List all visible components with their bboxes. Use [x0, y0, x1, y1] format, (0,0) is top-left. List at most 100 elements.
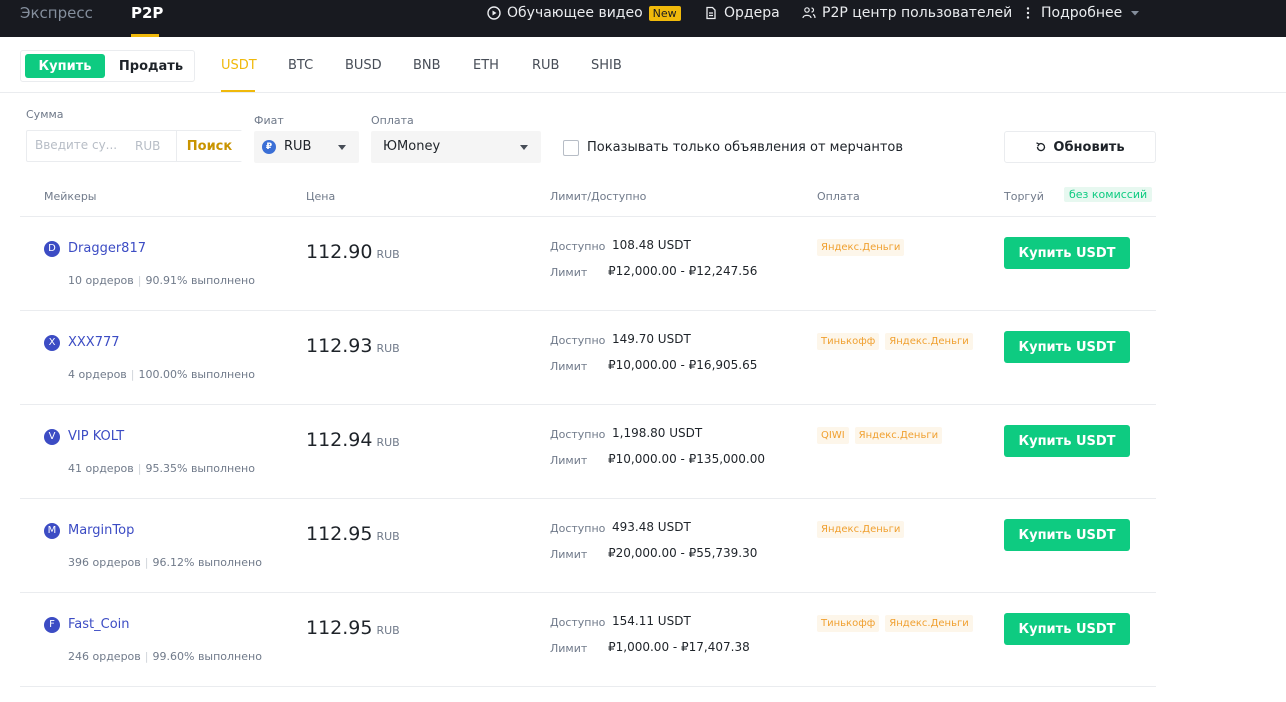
top-navigation-bar: Экспресс P2P Обучающее видео New Ордера … [0, 0, 1286, 37]
limit-label: Лимит [550, 642, 588, 655]
table-row: V VIP KOLT 41 ордеров | 95.35% выполнено 1… [20, 405, 1156, 499]
offer-price-unit: RUB [376, 436, 400, 449]
limit-label: Лимит [550, 266, 588, 279]
buy-toggle-button[interactable]: Купить [25, 54, 105, 78]
maker-avatar: V [44, 429, 60, 445]
search-button[interactable]: Поиск [176, 131, 242, 161]
table-row: F Fast_Coin 246 ордеров | 99.60% выполнено… [20, 593, 1156, 687]
maker-stats: 396 ордеров | 96.12% выполнено [68, 556, 262, 569]
more-label: Подробнее [1041, 5, 1123, 21]
document-icon [706, 6, 716, 20]
asset-tab-bnb[interactable]: BNB [413, 58, 441, 73]
asset-tab-eth[interactable]: ETH [473, 58, 499, 73]
maker-completion-rate: 96.12% выполнено [152, 556, 262, 569]
column-payment: Оплата [817, 190, 860, 203]
amount-unit: RUB [135, 139, 161, 153]
play-circle-icon [487, 6, 501, 20]
payment-method-tag: Яндекс.Деньги [854, 427, 943, 444]
amount-label: Сумма [26, 108, 64, 121]
maker-name-link[interactable]: MarginTop [68, 523, 134, 538]
tutorial-video-label: Обучающее видео [507, 5, 643, 21]
maker-avatar: X [44, 335, 60, 351]
limit-value: ₽12,000.00 - ₽12,247.56 [608, 264, 758, 278]
payment-select-value: ЮMoney [383, 139, 441, 154]
offer-price-value: 112.94 [306, 429, 373, 451]
rub-currency-icon: ₽ [262, 140, 276, 154]
offer-price: 112.95 RUB [306, 617, 400, 639]
new-badge: New [648, 5, 681, 21]
merchant-only-checkbox[interactable] [563, 140, 579, 156]
maker-stats: 41 ордеров | 95.35% выполнено [68, 462, 255, 475]
asset-tab-rub[interactable]: RUB [532, 58, 559, 73]
limit-label: Лимит [550, 360, 588, 373]
column-limit: Лимит/Доступно [550, 190, 647, 203]
buy-usdt-button[interactable]: Купить USDT [1004, 331, 1130, 363]
maker-name-link[interactable]: VIP KOLT [68, 429, 124, 444]
maker-name-link[interactable]: Fast_Coin [68, 617, 130, 632]
tab-express[interactable]: Экспресс [20, 4, 93, 22]
payment-method-tag: QIWI [817, 427, 849, 444]
tutorial-video-link[interactable]: Обучающее видео New [487, 5, 681, 21]
payment-method-tag: Яндекс.Деньги [817, 239, 905, 256]
maker-avatar: D [44, 241, 60, 257]
buy-usdt-button[interactable]: Купить USDT [1004, 237, 1130, 269]
payment-methods: QIWI Яндекс.Деньги [817, 427, 943, 444]
column-makers: Мейкеры [44, 190, 97, 203]
orders-label: Ордера [724, 5, 780, 21]
refresh-button[interactable]: Обновить [1004, 131, 1156, 163]
maker-name-link[interactable]: Dragger817 [68, 241, 146, 256]
available-label: Доступно [550, 334, 606, 347]
stats-separator: | [144, 650, 149, 663]
maker-name-link[interactable]: XXX777 [68, 335, 120, 350]
fiat-select-value: RUB [284, 139, 312, 154]
payment-method-tag: Тинькофф [817, 333, 880, 350]
payment-method-tag: Яндекс.Деньги [885, 333, 973, 350]
tab-p2p[interactable]: P2P [131, 4, 163, 22]
buy-usdt-button[interactable]: Купить USDT [1004, 519, 1130, 551]
offer-price-value: 112.93 [306, 335, 373, 357]
p2p-user-center-link[interactable]: P2P центр пользователей [802, 5, 1012, 21]
maker-stats: 4 ордеров | 100.00% выполнено [68, 368, 255, 381]
maker-avatar: M [44, 523, 60, 539]
amount-input[interactable] [35, 138, 125, 152]
merchant-only-label[interactable]: Показывать только объявления от мерчанто… [587, 140, 903, 155]
offer-price-unit: RUB [376, 248, 400, 261]
offer-price: 112.93 RUB [306, 335, 400, 357]
asset-tab-busd[interactable]: BUSD [345, 58, 382, 73]
available-value: 493.48 USDT [612, 520, 691, 534]
column-trade: Торгуй [1004, 190, 1044, 203]
asset-tab-btc[interactable]: BTC [288, 58, 313, 73]
column-price: Цена [306, 190, 336, 203]
refresh-label: Обновить [1053, 139, 1125, 155]
sell-toggle-button[interactable]: Продать [109, 54, 193, 78]
limit-value: ₽10,000.00 - ₽16,905.65 [608, 358, 758, 372]
offer-price-unit: RUB [376, 530, 400, 543]
limit-value: ₽20,000.00 - ₽55,739.30 [608, 546, 758, 560]
maker-stats: 10 ордеров | 90.91% выполнено [68, 274, 255, 287]
more-menu[interactable]: Подробнее [1021, 5, 1142, 21]
fiat-select[interactable]: ₽ RUB [254, 131, 359, 163]
amount-field: RUB Поиск [26, 130, 242, 162]
asset-tab-shib[interactable]: SHIB [591, 58, 622, 73]
more-vertical-icon [1026, 7, 1030, 19]
offer-price-value: 112.95 [306, 617, 373, 639]
orders-link[interactable]: Ордера [704, 5, 780, 21]
available-label: Доступно [550, 428, 606, 441]
caret-down-icon [520, 145, 528, 150]
available-value: 1,198.80 USDT [612, 426, 703, 440]
limit-value: ₽1,000.00 - ₽17,407.38 [608, 640, 750, 654]
payment-select[interactable]: ЮMoney [371, 131, 541, 163]
maker-orders-count: 10 ордеров [68, 274, 134, 287]
maker-avatar: F [44, 617, 60, 633]
limit-value: ₽10,000.00 - ₽135,000.00 [608, 452, 766, 466]
available-label: Доступно [550, 616, 606, 629]
maker-stats: 246 ордеров | 99.60% выполнено [68, 650, 262, 663]
maker-completion-rate: 100.00% выполнено [138, 368, 255, 381]
asset-tab-usdt[interactable]: USDT [221, 58, 257, 73]
users-icon [802, 7, 816, 19]
maker-orders-count: 4 ордеров [68, 368, 127, 381]
buy-usdt-button[interactable]: Купить USDT [1004, 613, 1130, 645]
payment-methods: Тинькофф Яндекс.Деньги [817, 615, 973, 632]
buy-usdt-button[interactable]: Купить USDT [1004, 425, 1130, 457]
available-value: 154.11 USDT [612, 614, 691, 628]
